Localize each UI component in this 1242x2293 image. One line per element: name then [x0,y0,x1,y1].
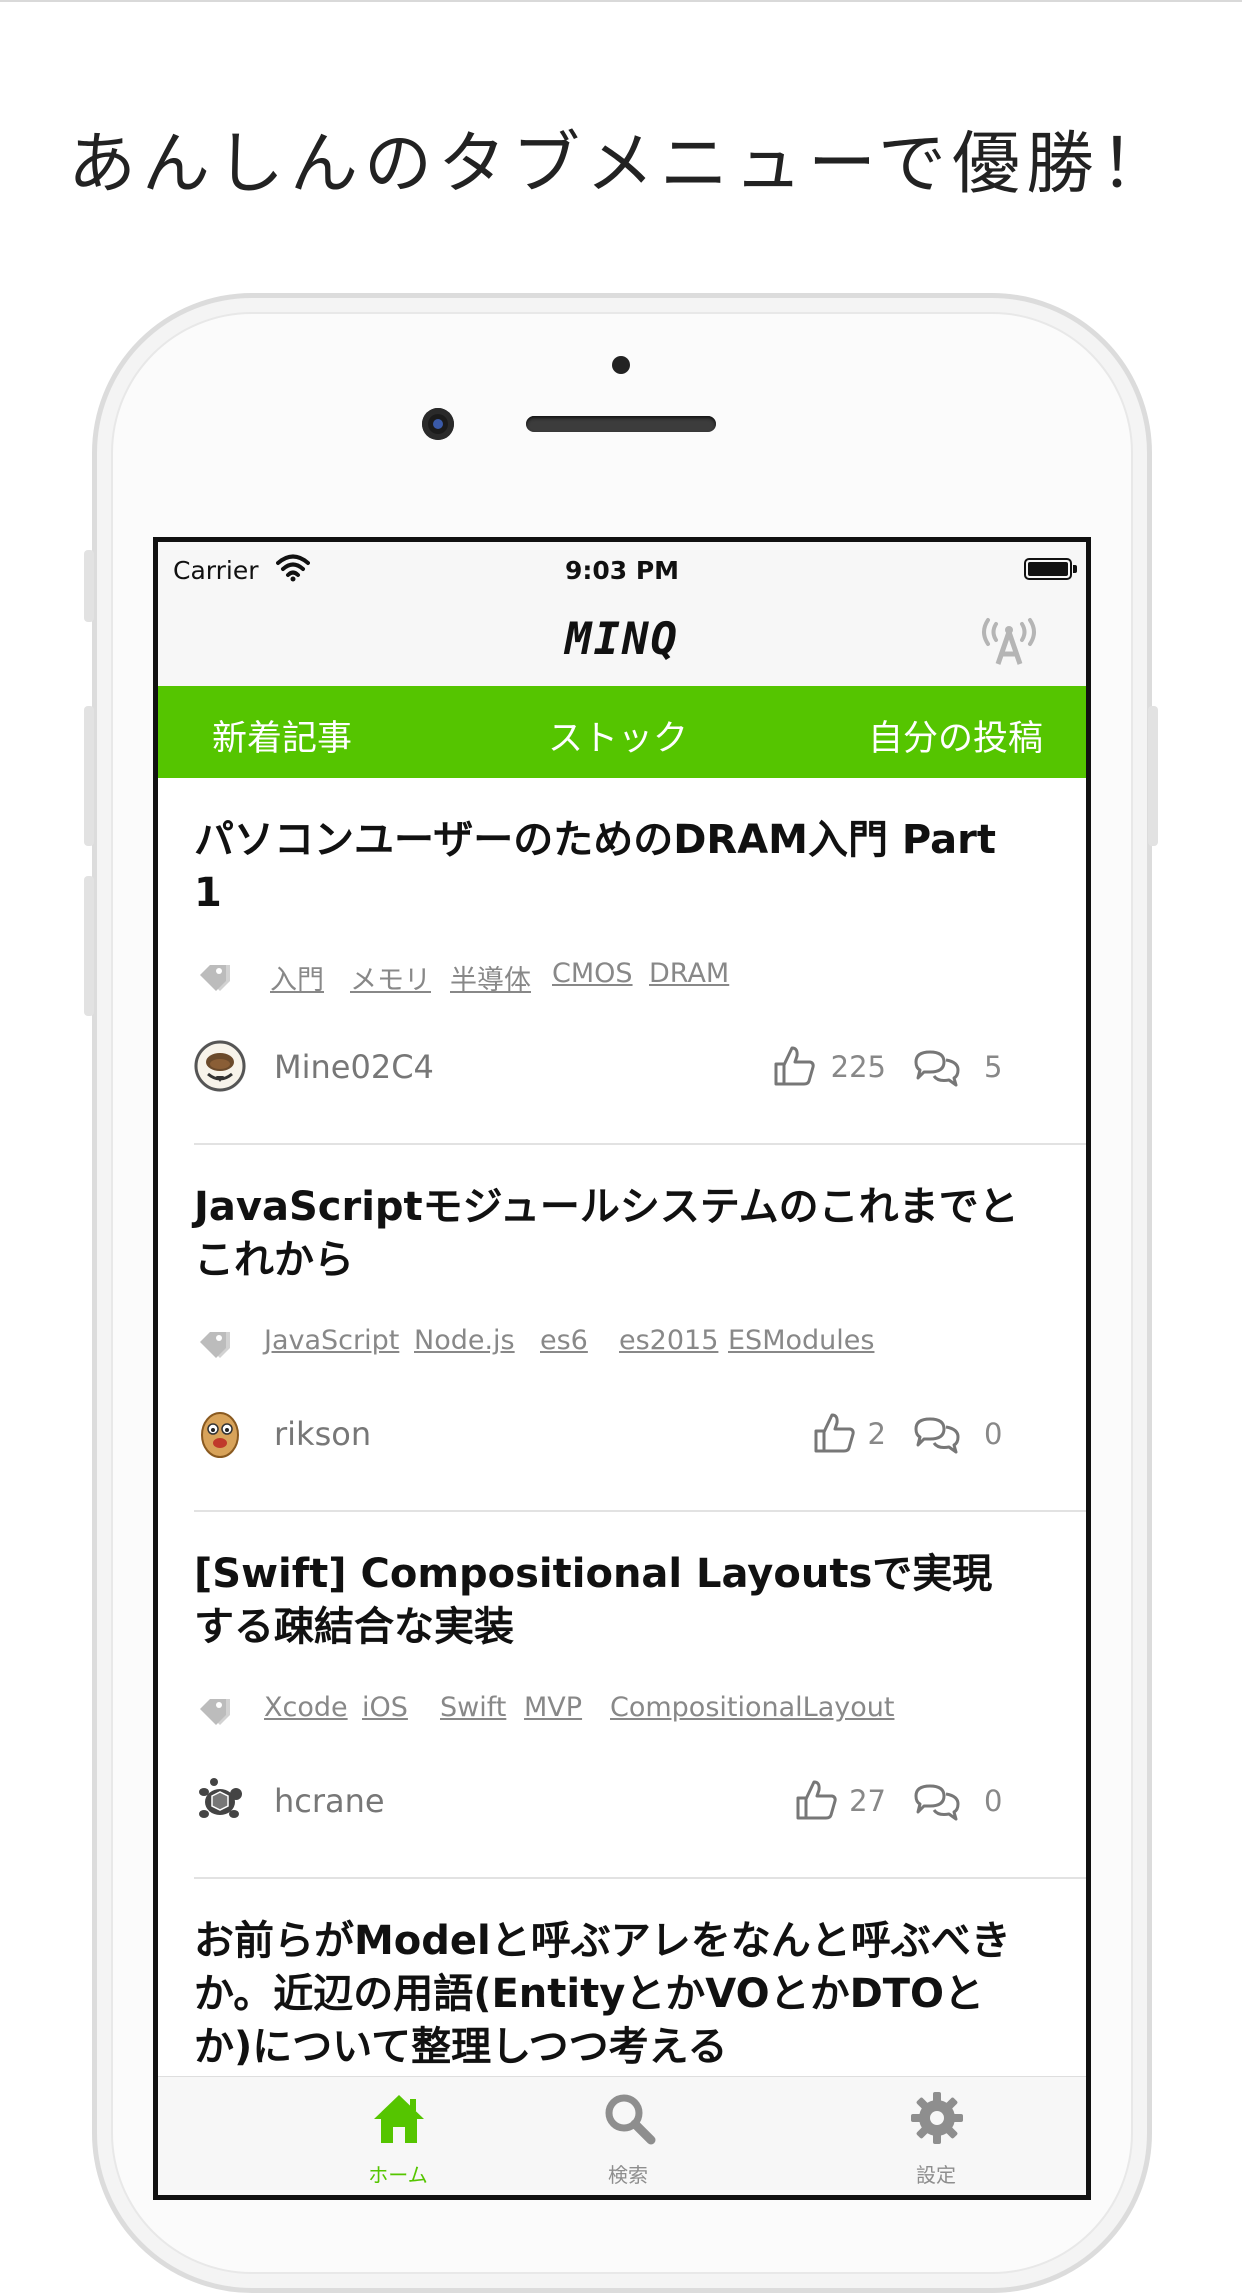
navigation-bar: MINQ [158,602,1086,686]
thumbs-up-icon[interactable] [772,1044,816,1088]
tab-my-posts[interactable]: 自分の投稿 [868,710,1043,761]
power-button [1148,706,1158,846]
status-time: 9:03 PM [564,556,680,585]
app-logo: MINQ [565,614,679,665]
thumbs-up-icon[interactable] [812,1411,856,1455]
tab-new-articles[interactable]: 新着記事 [212,710,352,761]
proximity-sensor [612,356,630,374]
article-meta: rikson 2 0 [194,1407,1054,1463]
gear-icon [911,2092,963,2144]
tab-search[interactable]: 検索 [558,2085,698,2187]
comment-icon[interactable] [912,1782,962,1822]
tab-settings[interactable]: 設定 [866,2085,1006,2187]
article-card[interactable]: JavaScriptモジュールシステムのこれまでとこれから JavaScript… [158,1145,1086,1512]
broadcast-antenna-icon[interactable] [974,612,1044,668]
article-card[interactable]: パソコンユーザーのためのDRAM入門 Part 1 入門 メモリ 半導体 CMO… [158,778,1086,1145]
like-count: 27 [849,1784,886,1818]
tag-icon [200,1332,230,1358]
tag-link[interactable]: CMOS [552,958,633,989]
article-tags: Xcode iOS Swift MVP CompositionalLayout [194,1692,1054,1732]
like-count: 225 [830,1050,886,1084]
front-camera [422,408,454,440]
tag-link[interactable]: JavaScript [264,1325,399,1356]
promo-headline: あんしんのタブメニューで優勝！ [68,125,1174,204]
tag-link[interactable]: Swift [440,1692,506,1723]
comment-count: 5 [984,1050,1003,1084]
comment-count: 0 [984,1784,1003,1818]
tag-link[interactable]: DRAM [649,958,729,989]
author-name[interactable]: hcrane [274,1782,385,1820]
tag-icon [200,1699,230,1725]
tag-link[interactable]: 入門 [270,958,324,997]
category-tab-strip: 新着記事 ストック 自分の投稿 [158,686,1086,778]
volume-down-button [84,876,94,1016]
tag-link[interactable]: es6 [540,1325,588,1356]
status-bar: Carrier 9:03 PM [158,542,1086,602]
article-title[interactable]: [Swift] Compositional Layoutsで実現する疎結合な実装 [194,1548,1024,1654]
thumbs-up-icon[interactable] [794,1778,838,1822]
article-meta: hcrane 27 0 [194,1774,1054,1830]
bottom-tab-bar: ホーム 検索 設定 [158,2076,1086,2195]
mute-switch [84,550,94,622]
tag-link[interactable]: Node.js [414,1325,515,1356]
tab-home[interactable]: ホーム [328,2085,468,2187]
article-meta: Mine02C4 225 5 [194,1040,1054,1096]
tab-settings-label: 設定 [916,2163,956,2187]
home-icon [374,2095,424,2143]
tag-link[interactable]: ESModules [728,1325,874,1356]
battery-icon [1024,558,1077,580]
tag-link[interactable]: es2015 [619,1325,718,1356]
tag-link[interactable]: iOS [362,1692,408,1723]
tab-home-label: ホーム [368,2163,428,2187]
volume-up-button [84,706,94,846]
author-avatar[interactable] [194,1407,246,1459]
author-name[interactable]: Mine02C4 [274,1048,434,1086]
tag-icon [200,965,230,991]
article-card[interactable]: [Swift] Compositional Layoutsで実現する疎結合な実装… [158,1512,1086,1879]
tag-link[interactable]: メモリ [350,958,431,997]
tag-link[interactable]: MVP [524,1692,582,1723]
search-icon [605,2094,656,2145]
top-rule [0,0,1242,2]
tag-link[interactable]: CompositionalLayout [610,1692,894,1723]
author-avatar[interactable] [194,1774,246,1826]
article-title[interactable]: JavaScriptモジュールシステムのこれまでとこれから [194,1181,1024,1287]
app-screen: Carrier 9:03 PM MINQ 新着記事 ストック 自分の投稿 パソコ… [153,537,1091,2200]
article-tags: 入門 メモリ 半導体 CMOS DRAM [194,958,1054,998]
tab-stock[interactable]: ストック [548,710,688,761]
article-title[interactable]: パソコンユーザーのためのDRAM入門 Part 1 [194,814,1024,920]
comment-icon[interactable] [912,1415,962,1455]
earpiece-speaker [526,416,716,432]
author-name[interactable]: rikson [274,1415,371,1453]
author-avatar[interactable] [194,1040,246,1092]
article-tags: JavaScript Node.js es6 es2015 ESModules [194,1325,1054,1365]
like-count: 2 [867,1417,886,1451]
article-title[interactable]: お前らがModelと呼ぶアレをなんと呼ぶべきか。近辺の用語(EntityとかVO… [194,1915,1024,2074]
comment-icon[interactable] [912,1048,962,1088]
tab-search-label: 検索 [608,2163,648,2187]
tag-link[interactable]: 半導体 [450,958,531,997]
tag-link[interactable]: Xcode [264,1692,348,1723]
comment-count: 0 [984,1417,1003,1451]
